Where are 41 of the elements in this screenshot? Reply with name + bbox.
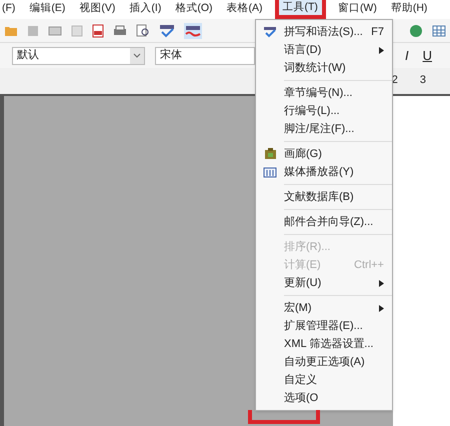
underline-button[interactable]: U — [420, 46, 434, 66]
paragraph-style-field[interactable]: 默认 — [12, 46, 145, 64]
menu-item[interactable]: 文献数据库(B) — [256, 188, 392, 206]
menu-item[interactable]: 更新(U) — [256, 274, 392, 292]
font-name-field[interactable]: 宋体 — [155, 46, 255, 64]
menu-bar-item[interactable]: 表格(A) — [224, 0, 265, 17]
menu-bar-item[interactable]: 视图(V) — [77, 0, 118, 17]
menu-bar-item[interactable]: 编辑(E) — [27, 0, 68, 17]
menu-item[interactable]: 选项(O — [256, 389, 392, 407]
spellcheck-icon — [263, 26, 277, 38]
highlight-frame — [248, 410, 320, 424]
menu-item[interactable]: 扩展管理器(E)... — [256, 317, 392, 335]
menu-bar-item[interactable]: 帮助(H) — [388, 0, 430, 17]
menu-item[interactable]: 语言(D) — [256, 41, 392, 59]
italic-button[interactable]: I — [402, 46, 411, 66]
table-icon[interactable] — [432, 24, 446, 36]
menu-item[interactable]: 章节编号(N)... — [256, 84, 392, 102]
menu-bar-item[interactable]: 插入(I) — [127, 0, 164, 17]
ruler-number: 3 — [420, 72, 426, 88]
menu-item[interactable]: 脚注/尾注(F)... — [256, 120, 392, 138]
menu-bar-item[interactable]: 格式(O) — [173, 0, 215, 17]
menu-item[interactable]: 自动更正选项(A) — [256, 353, 392, 371]
menu-item[interactable]: 词数统计(W) — [256, 59, 392, 77]
menu-bar-item[interactable]: 工具(T) — [274, 0, 326, 19]
preview-icon[interactable] — [136, 24, 150, 38]
menu-item[interactable]: 邮件合并向导(Z)... — [256, 213, 392, 231]
autospell-icon[interactable] — [184, 22, 202, 38]
menu-bar-item[interactable]: (F) — [0, 0, 18, 17]
dropdown-icon[interactable] — [130, 48, 144, 64]
menu-item[interactable]: XML 筛选器设置... — [256, 335, 392, 353]
menu-item[interactable]: 自定义 — [256, 371, 392, 389]
pdf-icon[interactable] — [92, 24, 104, 38]
print-icon[interactable] — [113, 24, 127, 36]
menu-item[interactable]: 行编号(L)... — [256, 102, 392, 120]
menu-item[interactable]: 宏(M) — [256, 299, 392, 317]
menu-item[interactable]: 画廊(G) — [256, 145, 392, 163]
gallery-icon — [264, 148, 276, 160]
spellcheck-icon[interactable] — [159, 24, 175, 38]
film-icon — [263, 166, 277, 178]
menu-bar-item[interactable]: 窗口(W) — [336, 0, 379, 17]
menu-item[interactable]: 媒体播放器(Y) — [256, 163, 392, 181]
